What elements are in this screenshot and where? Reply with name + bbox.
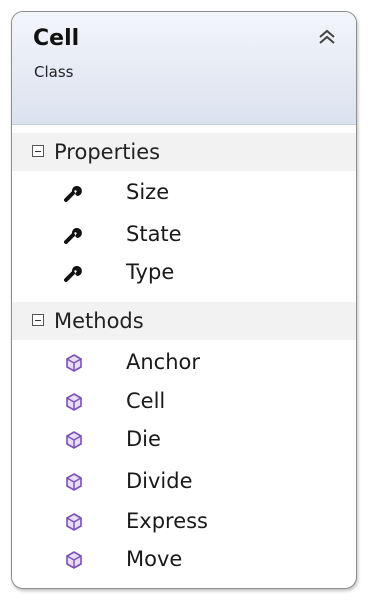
method-item[interactable]: Die bbox=[12, 422, 356, 458]
method-name: Express bbox=[126, 509, 209, 533]
section-header-methods[interactable]: Methods bbox=[12, 302, 356, 340]
method-name: Divide bbox=[126, 469, 193, 493]
collapse-toggle-icon[interactable] bbox=[32, 145, 44, 157]
class-shape-cell[interactable]: Cell Class Properties Size State Type Me… bbox=[11, 11, 357, 589]
method-cube-icon bbox=[66, 513, 82, 531]
class-stereotype: Class bbox=[34, 63, 74, 81]
method-item[interactable]: Divide bbox=[12, 464, 356, 500]
section-label-methods: Methods bbox=[54, 309, 144, 333]
method-cube-icon bbox=[66, 431, 82, 449]
collapse-toggle-icon[interactable] bbox=[32, 314, 44, 326]
wrench-icon bbox=[64, 266, 82, 282]
method-cube-icon bbox=[66, 473, 82, 491]
class-name: Cell bbox=[33, 26, 80, 51]
method-cube-icon bbox=[66, 393, 82, 411]
method-cube-icon bbox=[66, 551, 82, 569]
method-item[interactable]: Cell bbox=[12, 384, 356, 420]
method-name: Cell bbox=[126, 389, 166, 413]
property-name: Size bbox=[126, 180, 170, 204]
section-label-properties: Properties bbox=[54, 140, 161, 164]
method-name: Anchor bbox=[126, 350, 201, 374]
property-item[interactable]: Type bbox=[12, 255, 356, 291]
property-item[interactable]: Size bbox=[12, 175, 356, 211]
header-divider bbox=[12, 124, 356, 125]
method-name: Die bbox=[126, 427, 161, 451]
wrench-icon bbox=[64, 228, 82, 244]
section-header-properties[interactable]: Properties bbox=[12, 133, 356, 171]
wrench-icon bbox=[64, 186, 82, 202]
method-item[interactable]: Express bbox=[12, 504, 356, 540]
method-item[interactable]: Move bbox=[12, 542, 356, 578]
property-name: State bbox=[126, 222, 182, 246]
property-name: Type bbox=[126, 260, 175, 284]
collapse-chevron-icon[interactable] bbox=[317, 28, 337, 46]
method-cube-icon bbox=[66, 354, 82, 372]
property-item[interactable]: State bbox=[12, 217, 356, 253]
method-name: Move bbox=[126, 547, 183, 571]
class-header: Cell Class bbox=[12, 12, 356, 124]
method-item[interactable]: Anchor bbox=[12, 345, 356, 381]
